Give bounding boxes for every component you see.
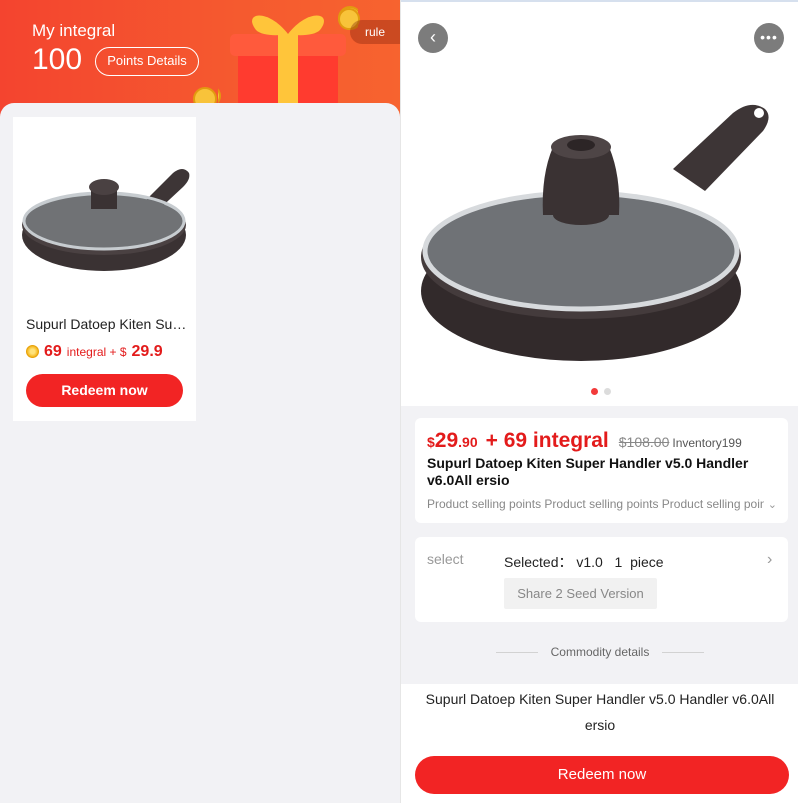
divider-line <box>662 651 705 653</box>
commodity-details-title: Commodity details <box>550 645 650 659</box>
product-main-image <box>421 104 769 361</box>
product-description: Supurl Datoep Kiten Super Handler v5.0 H… <box>401 684 798 744</box>
selling-points[interactable]: Product selling points Product selling p… <box>427 497 777 511</box>
integral-points-value: 100 <box>32 43 83 76</box>
version-chip[interactable]: Share 2 Seed Version <box>504 578 657 609</box>
price-info-card: $ 29 .90 + 69 integral $108.00 Inventory… <box>415 418 788 523</box>
product-cash-price: 29.9 <box>131 343 163 360</box>
price-decimal: .90 <box>458 434 478 450</box>
carousel-dot[interactable] <box>604 388 611 395</box>
points-mall-page: My integral 100 Points Details rule Supu… <box>0 0 400 803</box>
product-list: Supurl Datoep Kiten Super Handler v5.0 H… <box>0 103 400 803</box>
redeem-now-button[interactable]: Redeem now <box>415 756 789 794</box>
price-line: $ 29 .90 + 69 integral $108.00 Inventory… <box>427 429 742 453</box>
points-details-button[interactable]: Points Details <box>95 47 199 76</box>
product-price: 69 integral + $ 29.9 <box>26 343 168 361</box>
selling-points-text: Product selling points Product selling p… <box>427 497 764 511</box>
commodity-details-header: Commodity details <box>401 640 798 664</box>
divider-line <box>495 651 538 653</box>
price-points: + 69 integral <box>485 429 609 452</box>
chevron-left-icon: ‹ <box>430 27 436 47</box>
rule-button[interactable]: rule <box>350 20 400 44</box>
product-detail-page: ‹ ••• $ 29 .90 + 69 integral $108.00 Inv… <box>400 0 798 803</box>
product-points: 69 <box>44 343 62 360</box>
price-main: 29 <box>434 429 459 452</box>
more-dots-icon: ••• <box>760 29 778 45</box>
original-price: $108.00 <box>618 434 670 450</box>
chevron-right-icon[interactable]: › <box>767 551 772 569</box>
product-title: Supurl Datoep Kiten Super Handler v5.0 H… <box>427 455 749 488</box>
redeem-now-button[interactable]: Redeem now <box>26 374 183 407</box>
more-button[interactable]: ••• <box>754 23 784 53</box>
price-currency: $ <box>427 434 435 450</box>
product-title: Supurl Datoep Kiten Super Handler v5.0 H… <box>26 316 191 332</box>
chevron-down-icon: ⌄ <box>767 498 777 511</box>
select-label: select <box>427 551 464 567</box>
product-image <box>13 117 196 295</box>
integral-header: My integral 100 Points Details rule <box>0 0 400 120</box>
carousel-indicator <box>591 388 611 395</box>
image-carousel[interactable]: ‹ ••• <box>401 2 798 406</box>
product-card[interactable]: Supurl Datoep Kiten Super Handler v5.0 H… <box>13 117 196 421</box>
back-button[interactable]: ‹ <box>418 23 448 53</box>
product-points-label: integral + $ <box>66 345 127 359</box>
carousel-dot-active[interactable] <box>591 388 598 395</box>
coin-icon <box>26 345 39 358</box>
bottom-action-bar: Redeem now <box>401 744 798 803</box>
gift-box-icon <box>218 6 358 108</box>
integral-title: My integral <box>32 21 116 40</box>
selected-spec: Selected： v1.0 1 piece <box>504 554 664 570</box>
inventory-count: Inventory199 <box>672 436 742 450</box>
app-root: My integral 100 Points Details rule Supu… <box>0 0 798 803</box>
spec-select-card[interactable]: select Selected： v1.0 1 piece › Share 2 … <box>415 537 788 622</box>
